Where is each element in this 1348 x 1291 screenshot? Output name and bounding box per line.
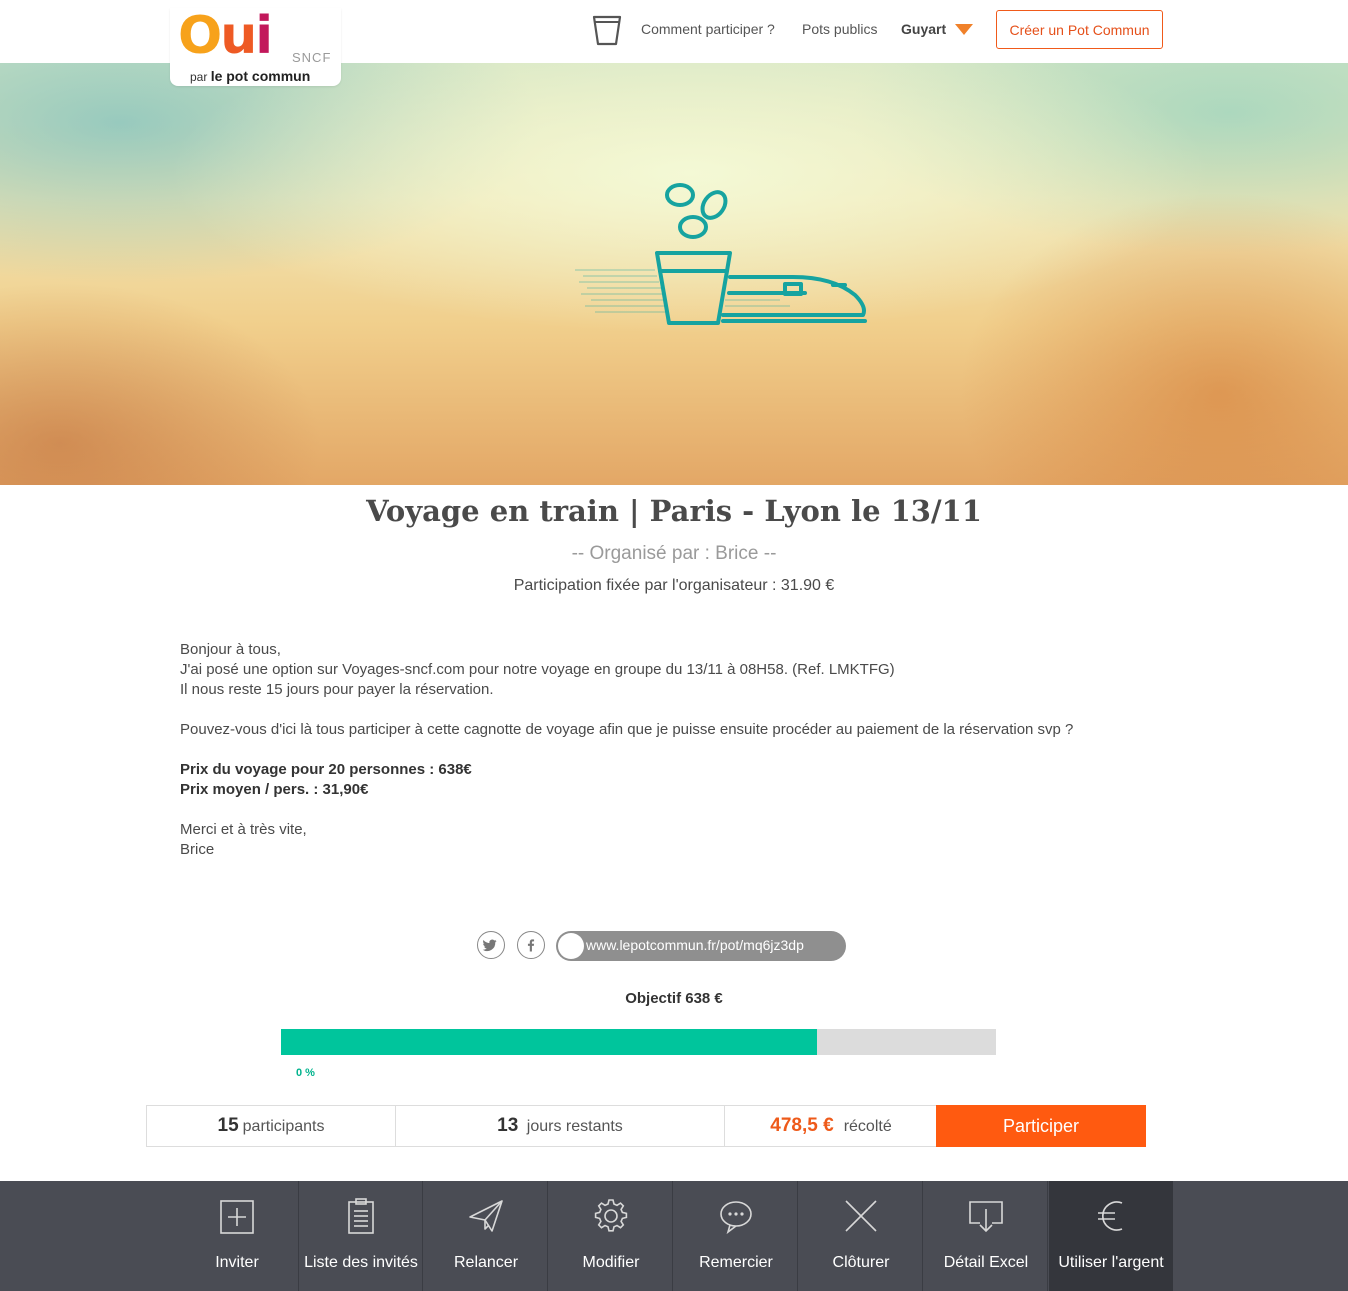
message-line-bold: Prix moyen / pers. : 31,90€ bbox=[180, 781, 369, 798]
collected-amount: 478,5 € bbox=[770, 1115, 834, 1136]
top-header: Oui SNCF par le pot commun Comment parti… bbox=[0, 0, 1348, 86]
facebook-icon bbox=[527, 939, 535, 952]
download-monitor-icon bbox=[969, 1201, 1003, 1233]
progress-bar-fill bbox=[281, 1029, 818, 1055]
message-line: Il nous reste 15 jours pour payer la rés… bbox=[180, 681, 494, 698]
tool-close-pot-button[interactable]: Clôturer bbox=[799, 1181, 923, 1291]
stat-participants: 15 participants bbox=[147, 1106, 396, 1146]
pot-organizer: -- Organisé par : Brice -- bbox=[571, 543, 777, 564]
hero-banner bbox=[0, 63, 1348, 485]
nav-how-to-participate[interactable]: Comment participer ? bbox=[641, 21, 775, 37]
message-line: Brice bbox=[180, 841, 215, 858]
stat-days-remaining: 13 jours restants bbox=[396, 1106, 725, 1146]
tool-thank-label: Remercier bbox=[699, 1254, 773, 1271]
organizer-toolbar: Inviter Liste des invités Relancer Modif… bbox=[0, 1181, 1348, 1291]
tool-edit-label: Modifier bbox=[582, 1254, 640, 1271]
logo-oui-text: Oui bbox=[178, 6, 273, 66]
tool-invite-label: Inviter bbox=[215, 1254, 259, 1271]
caret-down-icon[interactable] bbox=[955, 24, 973, 35]
tool-edit-button[interactable]: Modifier bbox=[549, 1181, 673, 1291]
pot-description: Bonjour à tous, J'ai posé une option sur… bbox=[180, 640, 1170, 860]
tool-guest-list-label: Liste des invités bbox=[304, 1254, 418, 1271]
tool-use-money-label: Utiliser l'argent bbox=[1058, 1254, 1164, 1271]
days-count: 13 bbox=[497, 1115, 519, 1136]
gear-icon bbox=[594, 1199, 628, 1232]
euro-icon bbox=[1098, 1201, 1123, 1231]
days-label: jours restants bbox=[526, 1118, 623, 1135]
nav-public-pots[interactable]: Pots publics bbox=[802, 21, 877, 37]
progress-percent: 0 % bbox=[296, 1067, 315, 1079]
tool-invite-button[interactable]: Inviter bbox=[175, 1181, 299, 1291]
message-line-bold: Prix du voyage pour 20 personnes : 638€ bbox=[180, 761, 472, 778]
share-url-knob bbox=[558, 933, 584, 959]
tool-remind-button[interactable]: Relancer bbox=[424, 1181, 548, 1291]
tool-excel-label: Détail Excel bbox=[943, 1254, 1029, 1271]
close-icon bbox=[845, 1200, 877, 1232]
progress-bar bbox=[281, 1029, 996, 1055]
participants-count: 15 bbox=[217, 1115, 239, 1136]
participate-button[interactable]: Participer bbox=[936, 1105, 1146, 1147]
tool-use-money-button[interactable]: Utiliser l'argent bbox=[1049, 1181, 1173, 1291]
pot-title: Voyage en train | Paris - Lyon le 13/11 bbox=[366, 494, 982, 528]
share-twitter-button[interactable] bbox=[477, 931, 505, 959]
logo-tagline: par le pot commun bbox=[190, 68, 311, 84]
chat-bubble-icon bbox=[720, 1201, 752, 1235]
stat-collected: 478,5 € récolté bbox=[725, 1106, 937, 1146]
message-line: Merci et à très vite, bbox=[180, 821, 307, 838]
tool-remind-label: Relancer bbox=[453, 1254, 519, 1271]
tool-close-pot-label: Clôturer bbox=[832, 1254, 890, 1271]
paper-plane-icon bbox=[469, 1200, 503, 1232]
create-pot-button[interactable]: Créer un Pot Commun bbox=[996, 10, 1163, 49]
tool-thank-button[interactable]: Remercier bbox=[674, 1181, 798, 1291]
oui-sncf-logo[interactable]: Oui SNCF par le pot commun bbox=[170, 8, 341, 86]
twitter-icon bbox=[482, 939, 497, 952]
tool-guest-list-button[interactable]: Liste des invités bbox=[299, 1181, 423, 1291]
pot-train-illustration-icon bbox=[575, 183, 867, 325]
share-url-text: www.lepotcommun.fr/pot/mq6jz3dp bbox=[586, 937, 804, 953]
participants-label: participants bbox=[242, 1118, 325, 1135]
share-url-field[interactable]: www.lepotcommun.fr/pot/mq6jz3dp bbox=[556, 931, 846, 961]
message-line: J'ai posé une option sur Voyages-sncf.co… bbox=[180, 661, 895, 678]
plus-square-icon bbox=[220, 1200, 254, 1234]
nav-user-menu[interactable]: Guyart bbox=[901, 21, 946, 37]
logo-sncf-text: SNCF bbox=[292, 50, 332, 65]
message-line: Pouvez-vous d'ici là tous participer à c… bbox=[180, 721, 1074, 738]
message-line: Bonjour à tous, bbox=[180, 641, 281, 658]
share-facebook-button[interactable] bbox=[517, 931, 545, 959]
objective-label: Objectif 638 € bbox=[625, 990, 723, 1007]
tool-excel-button[interactable]: Détail Excel bbox=[924, 1181, 1048, 1291]
pot-icon[interactable] bbox=[592, 14, 622, 46]
clipboard-list-icon bbox=[348, 1198, 374, 1234]
collected-label: récolté bbox=[843, 1118, 892, 1135]
pot-fixed-participation: Participation fixée par l'organisateur :… bbox=[513, 577, 835, 594]
